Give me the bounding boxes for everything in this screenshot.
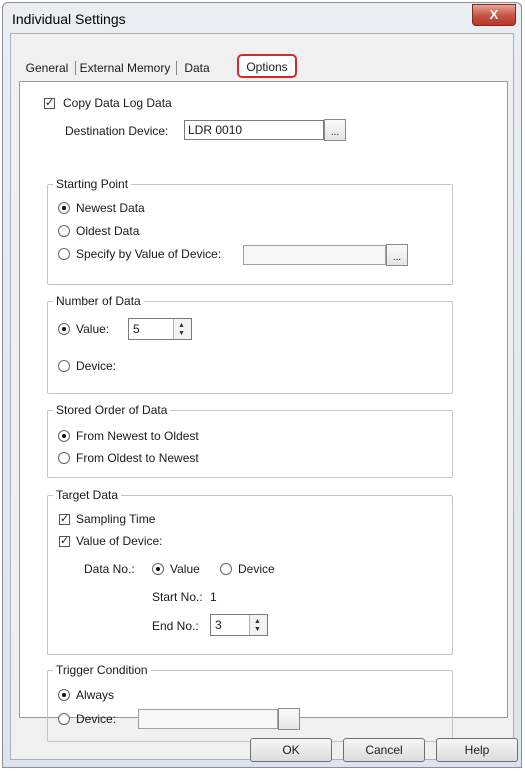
- number-of-data-title: Number of Data: [53, 294, 144, 308]
- dialog-window: Individual Settings X General External M…: [2, 2, 522, 768]
- tab-separator: [176, 61, 177, 75]
- number-value-text: 5: [133, 322, 140, 336]
- end-no-spinner[interactable]: 3 ▲ ▼: [210, 614, 268, 636]
- help-button[interactable]: Help: [436, 738, 518, 762]
- destination-device-label: Destination Device:: [65, 124, 169, 138]
- tab-data[interactable]: Data: [179, 56, 215, 80]
- specify-by-device-label: Specify by Value of Device:: [76, 247, 222, 261]
- dialog-body: General External Memory Data Options ✓ C…: [10, 33, 514, 760]
- newest-data-radio[interactable]: [58, 202, 70, 214]
- window-title: Individual Settings: [12, 11, 126, 27]
- data-no-device-label: Device: [238, 562, 275, 576]
- end-no-value: 3: [215, 618, 222, 632]
- spinner-arrows[interactable]: ▲ ▼: [249, 615, 267, 635]
- data-no-device-radio[interactable]: [220, 563, 232, 575]
- title-bar: Individual Settings X: [3, 3, 521, 33]
- trigger-condition-title: Trigger Condition: [53, 663, 151, 677]
- sampling-time-checkbox[interactable]: ✓: [59, 514, 70, 525]
- number-value-label: Value:: [76, 322, 110, 336]
- tab-general[interactable]: General: [21, 56, 73, 80]
- trigger-always-label: Always: [76, 688, 115, 702]
- oldest-data-radio[interactable]: [58, 225, 70, 237]
- specify-by-device-radio[interactable]: [58, 248, 70, 260]
- number-device-radio[interactable]: [58, 360, 70, 372]
- value-of-device-label: Value of Device:: [76, 534, 163, 548]
- starting-point-title: Starting Point: [53, 177, 132, 191]
- ok-button[interactable]: OK: [250, 738, 332, 762]
- newest-to-oldest-label: From Newest to Oldest: [76, 429, 199, 443]
- number-device-label: Device:: [76, 359, 117, 373]
- spin-down-icon[interactable]: ▼: [178, 330, 185, 337]
- trigger-device-radio[interactable]: [58, 713, 70, 725]
- close-button[interactable]: X: [472, 4, 516, 26]
- oldest-to-newest-radio[interactable]: [58, 452, 70, 464]
- oldest-to-newest-label: From Oldest to Newest: [76, 451, 199, 465]
- number-value-spinner[interactable]: 5 ▲ ▼: [128, 318, 192, 340]
- target-data-title: Target Data: [53, 488, 122, 502]
- newest-data-label: Newest Data: [76, 201, 145, 215]
- data-no-label: Data No.:: [84, 562, 135, 576]
- data-no-value-label: Value: [170, 562, 200, 576]
- target-data-group: Target Data ✓ Sampling Time ✓ Value of D…: [47, 488, 453, 655]
- stored-order-title: Stored Order of Data: [53, 403, 171, 417]
- value-of-device-checkbox[interactable]: ✓: [59, 536, 70, 547]
- trigger-device-field[interactable]: [138, 709, 278, 729]
- spin-up-icon[interactable]: ▲: [178, 322, 185, 329]
- specify-device-browse-button[interactable]: ...: [386, 244, 408, 266]
- start-no-label: Start No.:: [152, 590, 203, 604]
- copy-data-log-checkbox[interactable]: ✓: [44, 98, 55, 109]
- number-value-radio[interactable]: [58, 323, 70, 335]
- trigger-condition-group: Trigger Condition Always Device:: [47, 663, 453, 742]
- destination-device-field[interactable]: LDR 0010: [184, 120, 324, 140]
- tab-external-memory[interactable]: External Memory: [77, 56, 173, 80]
- start-no-value: 1: [210, 590, 217, 604]
- specify-device-field[interactable]: [243, 245, 386, 265]
- cancel-button[interactable]: Cancel: [343, 738, 425, 762]
- spin-up-icon[interactable]: ▲: [254, 618, 261, 625]
- oldest-data-label: Oldest Data: [76, 224, 140, 238]
- destination-browse-button[interactable]: ...: [324, 119, 346, 141]
- sampling-time-label: Sampling Time: [76, 512, 156, 526]
- end-no-label: End No.:: [152, 619, 199, 633]
- stored-order-group: Stored Order of Data From Newest to Olde…: [47, 403, 453, 478]
- copy-data-log-label: Copy Data Log Data: [63, 96, 172, 110]
- tab-separator: [75, 61, 76, 75]
- newest-to-oldest-radio[interactable]: [58, 430, 70, 442]
- starting-point-group: Starting Point Newest Data Oldest Data S…: [47, 177, 453, 285]
- spinner-arrows[interactable]: ▲ ▼: [173, 319, 191, 339]
- number-of-data-group: Number of Data Value: 5 ▲ ▼ Device:: [47, 294, 453, 394]
- tab-options[interactable]: Options: [237, 54, 297, 78]
- trigger-always-radio[interactable]: [58, 689, 70, 701]
- spin-down-icon[interactable]: ▼: [254, 626, 261, 633]
- trigger-device-label: Device:: [76, 712, 117, 726]
- options-panel: ✓ Copy Data Log Data Destination Device:…: [19, 81, 508, 742]
- data-no-value-radio[interactable]: [152, 563, 164, 575]
- trigger-device-browse-button[interactable]: [278, 708, 300, 730]
